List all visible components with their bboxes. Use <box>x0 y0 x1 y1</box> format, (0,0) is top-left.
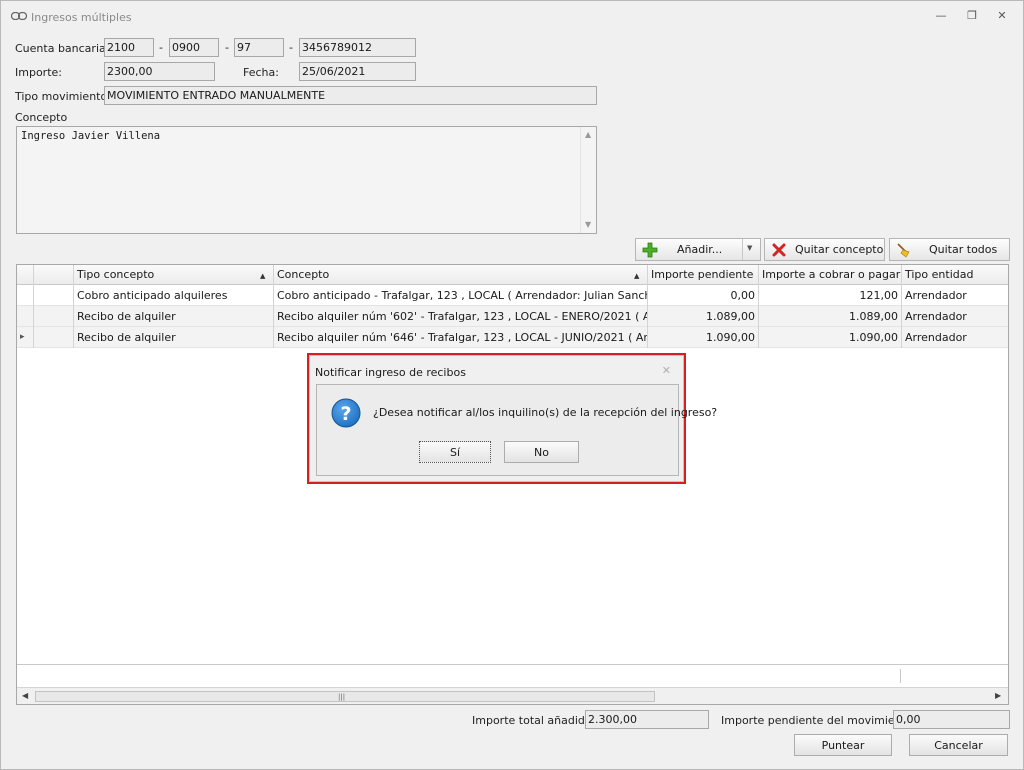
dash-separator: - <box>289 41 293 54</box>
grip-icon: ||| <box>338 693 346 701</box>
header-select-cell[interactable] <box>34 265 74 285</box>
cell-tipo-entidad: Arrendador <box>905 331 967 344</box>
dialog-close-icon[interactable]: ✕ <box>662 364 671 377</box>
scroll-thumb[interactable]: ||| <box>35 691 655 702</box>
puntear-button[interactable]: Puntear <box>794 734 892 756</box>
column-header-concepto[interactable]: Concepto ▲ <box>274 265 648 285</box>
table-row[interactable]: ▸ Recibo de alquiler Recibo alquiler núm… <box>17 327 1008 348</box>
header-indicator-cell <box>17 265 34 285</box>
cell-tipo-concepto: Cobro anticipado alquileres <box>74 285 274 306</box>
cuenta-oficina-field[interactable]: 0900 <box>169 38 219 57</box>
question-icon: ? <box>331 398 361 428</box>
concepto-textarea[interactable]: Ingreso Javier Villena ▲ ▼ <box>16 126 597 234</box>
table-row[interactable]: Recibo de alquiler Recibo alquiler núm '… <box>17 306 1008 327</box>
fecha-label: Fecha: <box>243 66 279 79</box>
scroll-right-icon[interactable]: ▶ <box>995 691 1001 700</box>
cell-tipo-entidad: Arrendador <box>905 310 967 323</box>
minimize-button[interactable]: — <box>931 9 951 25</box>
dropdown-arrow-icon[interactable]: ▼ <box>747 244 752 252</box>
broom-icon <box>897 243 910 258</box>
dash-separator: - <box>225 41 229 54</box>
cuenta-bancaria-label: Cuenta bancaria: <box>15 42 110 55</box>
title-bar: Ingresos múltiples — ❐ ✕ <box>1 1 1023 31</box>
cell-concepto: Recibo alquiler núm '646' - Trafalgar, 1… <box>274 327 648 348</box>
scroll-down-icon[interactable]: ▼ <box>585 220 591 229</box>
remove-red-x-icon <box>772 243 786 257</box>
close-button[interactable]: ✕ <box>992 9 1012 25</box>
cuenta-dc-field[interactable]: 97 <box>234 38 284 57</box>
cuenta-entidad-field[interactable]: 2100 <box>104 38 154 57</box>
cell-importe-cobrar: 121,00 <box>759 285 902 306</box>
cell-tipo-entidad: Arrendador <box>905 289 967 302</box>
fecha-field[interactable]: 25/06/2021 <box>299 62 416 81</box>
row-indicator <box>17 306 34 327</box>
concepto-text: Ingreso Javier Villena <box>21 130 161 142</box>
maximize-button[interactable]: ❐ <box>962 9 982 25</box>
row-select-cell[interactable] <box>34 285 74 306</box>
tipo-movimiento-field[interactable]: MOVIMIENTO ENTRADO MANUALMENTE <box>104 86 597 105</box>
dialog-title: Notificar ingreso de recibos <box>315 366 466 379</box>
quitar-todos-label: Quitar todos <box>929 243 998 256</box>
split-divider <box>742 239 743 260</box>
cell-importe-pendiente: 1.089,00 <box>648 306 759 327</box>
importe-field[interactable]: 2300,00 <box>104 62 215 81</box>
footer-divider <box>900 669 901 683</box>
current-row-indicator-icon: ▸ <box>17 327 34 348</box>
anadir-button[interactable]: Añadir... ▼ <box>635 238 761 261</box>
cell-importe-cobrar: 1.089,00 <box>759 306 902 327</box>
conceptos-grid: Tipo concepto ▲ Concepto ▲ Importe pendi… <box>16 264 1009 705</box>
cuenta-numero-field[interactable]: 3456789012 <box>299 38 416 57</box>
sort-asc-icon: ▲ <box>634 272 640 280</box>
svg-text:?: ? <box>340 403 351 425</box>
grid-footer-row <box>17 664 1008 686</box>
cell-importe-pendiente: 1.090,00 <box>648 327 759 348</box>
cell-importe-cobrar: 1.090,00 <box>759 327 902 348</box>
column-header-label: Tipo concepto <box>77 268 155 281</box>
ingresos-multiples-window: Ingresos múltiples — ❐ ✕ Cuenta bancaria… <box>0 0 1024 770</box>
window-title: Ingresos múltiples <box>31 11 132 24</box>
add-green-plus-icon <box>642 242 658 258</box>
column-header-tipo-entidad[interactable]: Tipo entidad <box>902 265 1008 285</box>
dialog-message: ¿Desea notificar al/los inquilino(s) de … <box>373 406 718 419</box>
si-button[interactable]: Sí <box>419 441 491 463</box>
column-header-label: Concepto <box>277 268 330 281</box>
cell-tipo-concepto: Recibo de alquiler <box>74 327 274 348</box>
cell-importe-pendiente: 0,00 <box>648 285 759 306</box>
column-header-importe-cobrar[interactable]: Importe a cobrar o pagar <box>759 265 902 285</box>
concepto-scrollbar[interactable]: ▲ ▼ <box>580 127 596 233</box>
importe-pendiente-label: Importe pendiente del movimiento: <box>721 714 917 727</box>
importe-total-field: 2.300,00 <box>585 710 709 729</box>
scroll-up-icon[interactable]: ▲ <box>585 130 591 139</box>
cell-concepto: Cobro anticipado - Trafalgar, 123 , LOCA… <box>274 285 648 306</box>
row-select-cell[interactable] <box>34 327 74 348</box>
table-row[interactable]: Cobro anticipado alquileres Cobro antici… <box>17 285 1008 306</box>
sort-asc-icon: ▲ <box>260 272 266 280</box>
concepto-label: Concepto <box>15 111 68 124</box>
dash-separator: - <box>159 41 163 54</box>
column-header-importe-pendiente[interactable]: Importe pendiente <box>648 265 759 285</box>
link-icon <box>11 12 27 20</box>
notificar-dialog: Notificar ingreso de recibos ✕ ? ¿Desea … <box>309 355 717 482</box>
horizontal-scrollbar[interactable]: ◀ ||| ▶ <box>17 687 1008 704</box>
quitar-concepto-button[interactable]: Quitar concepto <box>764 238 885 261</box>
quitar-concepto-label: Quitar concepto <box>795 243 884 256</box>
cell-tipo-concepto: Recibo de alquiler <box>74 306 274 327</box>
importe-total-label: Importe total añadido: <box>472 714 596 727</box>
importe-pendiente-field: 0,00 <box>893 710 1010 729</box>
column-header-tipo-concepto[interactable]: Tipo concepto ▲ <box>74 265 274 285</box>
no-button[interactable]: No <box>504 441 579 463</box>
dialog-body: ? ¿Desea notificar al/los inquilino(s) d… <box>316 384 717 476</box>
scroll-left-icon[interactable]: ◀ <box>22 691 28 700</box>
importe-label: Importe: <box>15 66 62 79</box>
grid-header: Tipo concepto ▲ Concepto ▲ Importe pendi… <box>17 265 1008 285</box>
row-select-cell[interactable] <box>34 306 74 327</box>
tipo-movimiento-label: Tipo movimiento: <box>15 90 111 103</box>
cell-concepto: Recibo alquiler núm '602' - Trafalgar, 1… <box>274 306 648 327</box>
row-indicator <box>17 285 34 306</box>
cancelar-button[interactable]: Cancelar <box>909 734 1008 756</box>
quitar-todos-button[interactable]: Quitar todos <box>889 238 1010 261</box>
anadir-label: Añadir... <box>677 243 723 256</box>
